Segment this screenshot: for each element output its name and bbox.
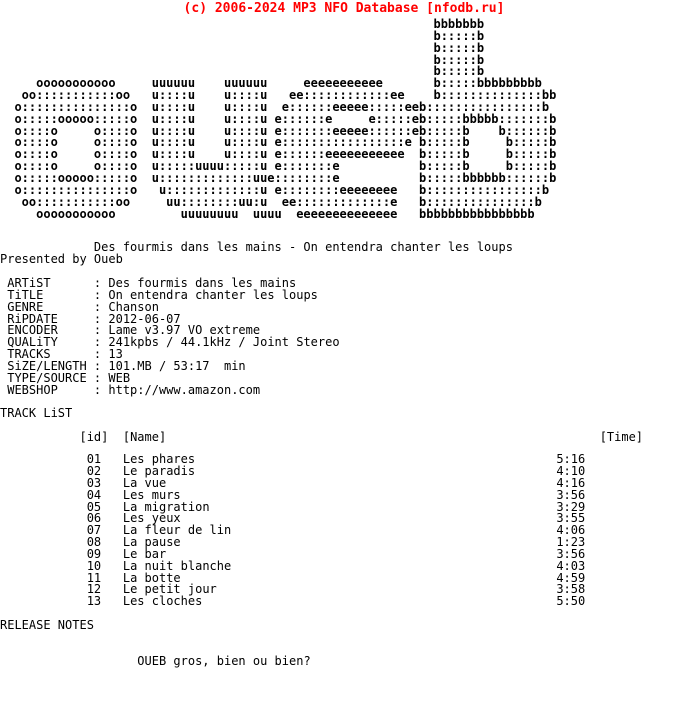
info-label: WEBSHOP [0, 382, 94, 397]
info-value: 241kpbs / 44.1kHz / Joint Stereo [108, 335, 340, 350]
tracklist-header-row: [id] [Name] [Time] [0, 430, 688, 445]
column-header-id: [id] [79, 430, 109, 445]
nfodb-banner: (c) 2006-2024 MP3 NFO Database [nfodb.ru… [183, 1, 505, 16]
release-notes-line: OUEB gros, bien ou bien? [0, 653, 688, 668]
presented-by: Presented by Oueb [0, 252, 123, 267]
nfo-page: (c) 2006-2024 MP3 NFO Database [nfodb.ru… [0, 0, 688, 668]
tracklist-rows: 01 Les phares 5:16 02 Le paradis 4:10 03… [0, 453, 688, 609]
info-fields: ARTiST : Des fourmis dans les mains TiTL… [0, 277, 688, 397]
headline-text: Des fourmis dans les mains - On entendra… [93, 240, 513, 255]
ascii-art-logo: bbbbbbb b:::::b b:::::b b:::::b b:::::b … [14, 17, 557, 221]
info-separator: : [93, 382, 109, 397]
tracklist-title: TRACK LiST [0, 406, 688, 421]
release-notes-body: OUEB gros, bien ou bien? [0, 653, 688, 668]
column-header-name: [Name] [122, 430, 167, 445]
release-notes-text: OUEB gros, bien ou bien? [137, 653, 311, 668]
info-row: WEBSHOP : http://www.amazon.com [0, 382, 688, 397]
release-notes-title: RELEASE NOTES [0, 618, 94, 633]
info-value: http://www.amazon.com [108, 382, 261, 397]
track-name: Les cloches [122, 594, 557, 609]
track-row: 13 Les cloches 5:50 [0, 594, 688, 609]
track-time: 5:50 [556, 594, 586, 609]
track-id: 13 [86, 594, 102, 609]
tracklist-title-text: TRACK LiST [0, 406, 73, 421]
tracklist-columns: [id] [Name] [Time] [0, 430, 688, 445]
column-header-time: [Time] [599, 430, 644, 445]
